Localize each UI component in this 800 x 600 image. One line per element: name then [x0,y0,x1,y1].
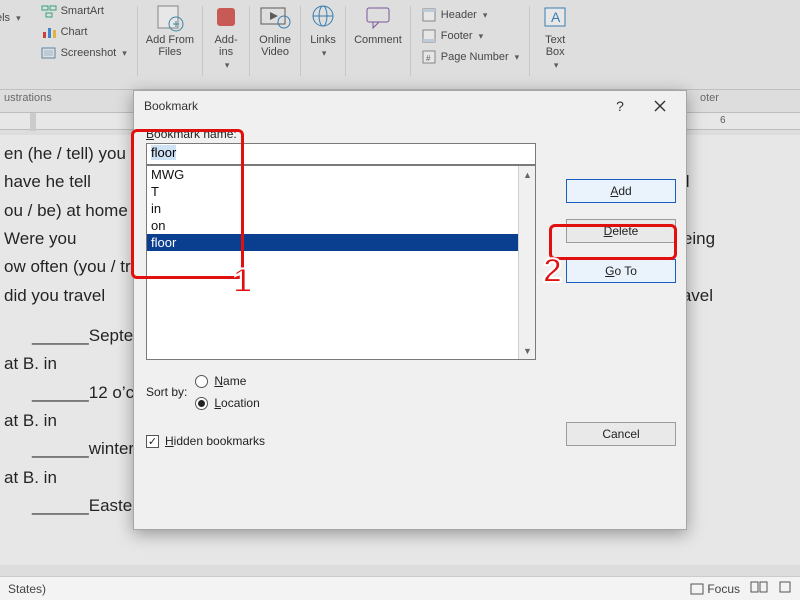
radio-icon [195,375,208,388]
help-button[interactable]: ? [600,92,640,120]
view-read-mode[interactable] [750,581,768,596]
list-item[interactable]: MWG [147,166,535,183]
scroll-up-icon[interactable]: ▲ [519,166,536,183]
close-icon [654,100,666,112]
view-print-layout[interactable] [778,581,792,596]
status-language-tail[interactable]: States) [8,582,46,596]
bookmark-name-input[interactable]: floor [146,143,536,165]
focus-icon [690,583,704,595]
bookmark-dialog: Bookmark ? Bookmark name: floor MWG T in… [133,90,687,530]
list-item-selected[interactable]: floor [147,234,535,251]
focus-mode-button[interactable]: Focus [690,582,740,596]
sort-by-label: Sort by: [146,385,187,399]
list-item[interactable]: on [147,217,535,234]
sort-location-radio[interactable]: Location [195,396,259,410]
bookmark-listbox[interactable]: MWG T in on floor ▲ ▼ [146,165,536,360]
print-layout-icon [778,581,792,593]
radio-icon [195,397,208,410]
list-item[interactable]: in [147,200,535,217]
delete-button[interactable]: Delete [566,219,676,243]
read-mode-icon [750,581,768,593]
annotation-number-1: 1 [233,262,252,301]
go-to-button[interactable]: Go To [566,259,676,283]
bookmark-name-label: Bookmark name: [146,127,674,141]
list-item[interactable]: T [147,183,535,200]
annotation-number-2: 2 [543,252,562,291]
status-bar: States) Focus [0,576,800,600]
listbox-scrollbar[interactable]: ▲ ▼ [518,166,535,359]
dialog-titlebar[interactable]: Bookmark ? [134,91,686,121]
dialog-title: Bookmark [144,99,600,113]
checkbox-icon: ✓ [146,435,159,448]
scroll-down-icon[interactable]: ▼ [519,342,536,359]
sort-name-radio[interactable]: Name [195,374,259,388]
cancel-button[interactable]: Cancel [566,422,676,446]
close-button[interactable] [640,92,680,120]
add-button[interactable]: Add [566,179,676,203]
